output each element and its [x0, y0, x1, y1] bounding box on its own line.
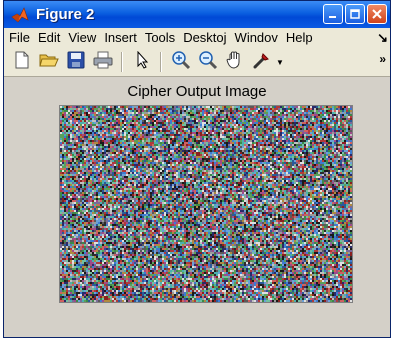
open-file-button[interactable]: [35, 50, 62, 74]
pan-hand-icon: [225, 50, 245, 75]
window-title: Figure 2: [36, 6, 94, 23]
menu-tools[interactable]: Tools: [141, 28, 179, 48]
save-icon: [67, 51, 85, 74]
matlab-logo-icon: [10, 5, 30, 25]
figure-window: Figure 2 File Edit View Insert Tools Des…: [3, 0, 391, 338]
zoom-out-icon: [198, 50, 218, 75]
chevron-down-icon[interactable]: ▼: [275, 50, 285, 74]
print-icon: [93, 51, 113, 74]
zoom-in-button[interactable]: [167, 50, 194, 74]
pan-button[interactable]: [221, 50, 248, 74]
new-figure-button[interactable]: [8, 50, 35, 74]
random-color-noise-image: [60, 106, 352, 302]
new-figure-icon: [13, 51, 31, 74]
open-file-icon: [38, 51, 59, 74]
pointer-button[interactable]: [128, 50, 155, 74]
toolbar-overflow-icon[interactable]: »: [379, 52, 386, 66]
menu-view[interactable]: View: [64, 28, 100, 48]
toolbar-separator: [160, 52, 162, 72]
zoom-in-icon: [171, 50, 191, 75]
maximize-icon: [350, 9, 360, 19]
data-cursor-button[interactable]: [248, 50, 275, 74]
minimize-button[interactable]: [323, 4, 343, 24]
menu-overflow-icon[interactable]: ↘: [377, 28, 388, 48]
toolbar: ▼ »: [4, 48, 390, 77]
title-bar[interactable]: Figure 2: [4, 1, 390, 28]
menu-file[interactable]: File: [4, 28, 34, 48]
menu-window[interactable]: Windov: [231, 28, 282, 48]
toolbar-separator: [121, 52, 123, 72]
close-button[interactable]: [367, 4, 387, 24]
print-button[interactable]: [89, 50, 116, 74]
menu-help[interactable]: Help: [282, 28, 317, 48]
pointer-icon: [134, 50, 150, 74]
figure-title: Cipher Output Image: [4, 83, 390, 100]
data-cursor-icon: [252, 50, 272, 75]
maximize-button[interactable]: [345, 4, 365, 24]
minimize-icon: [328, 9, 338, 19]
zoom-out-button[interactable]: [194, 50, 221, 74]
menu-desktop[interactable]: Desktoj: [179, 28, 230, 48]
figure-canvas: Cipher Output Image: [4, 77, 390, 337]
menu-edit[interactable]: Edit: [34, 28, 64, 48]
close-icon: [372, 9, 382, 19]
menu-bar: File Edit View Insert Tools Desktoj Wind…: [4, 28, 390, 48]
menu-insert[interactable]: Insert: [100, 28, 141, 48]
cipher-image-axes[interactable]: [59, 105, 353, 303]
save-button[interactable]: [62, 50, 89, 74]
